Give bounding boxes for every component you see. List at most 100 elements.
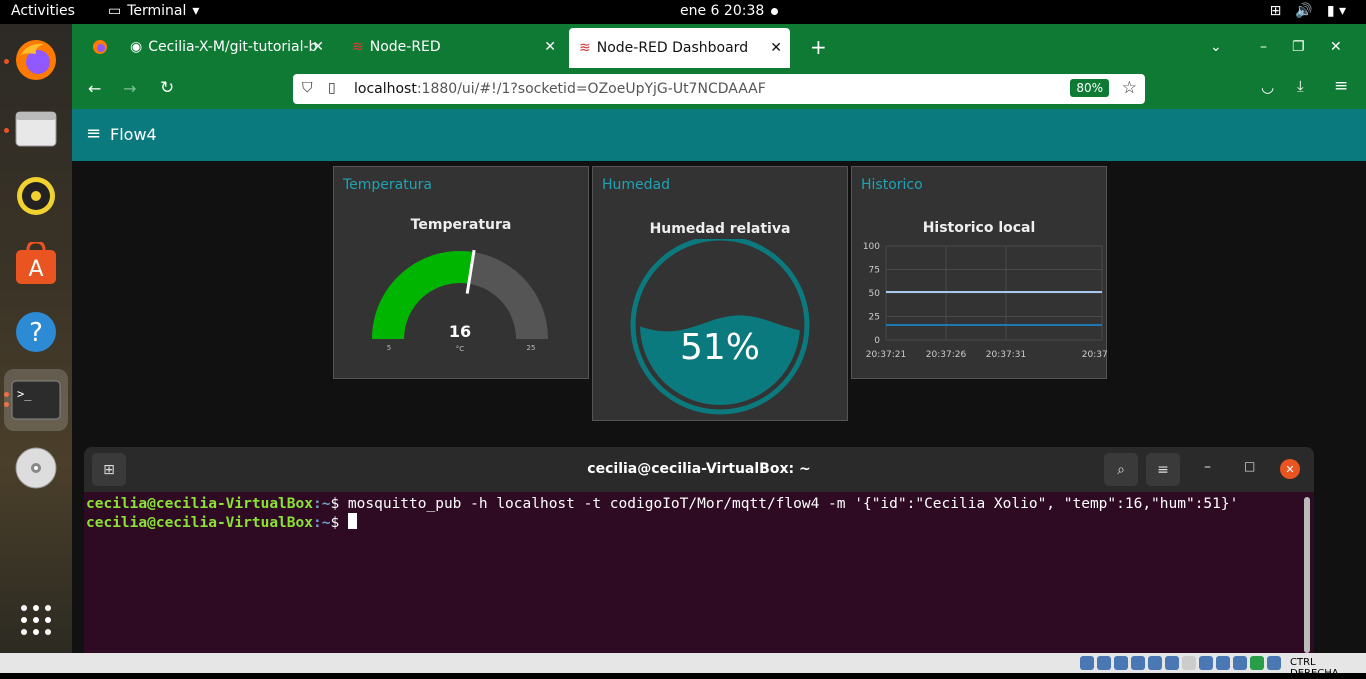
temperature-card: Temperatura Temperatura 16 °C 5 25 — [333, 166, 589, 379]
notification-dot — [771, 8, 778, 15]
prompt-symbol: $ — [330, 515, 348, 531]
running-indicator — [4, 59, 9, 64]
tab-github[interactable]: ◉ Cecilia-X-M/git-tutorial-b ✕ — [120, 29, 332, 65]
audio-icon[interactable] — [1114, 656, 1128, 670]
tab-bar: ◉ Cecilia-X-M/git-tutorial-b ✕ ≋ Node-RE… — [72, 24, 1366, 69]
gauge-min: 5 — [387, 344, 391, 352]
node-red-icon: ≋ — [579, 40, 591, 56]
hamburger-menu-icon[interactable]: ≡ — [1146, 453, 1180, 486]
optical-drive-icon[interactable] — [1097, 656, 1111, 670]
y-tick-label: 50 — [869, 289, 881, 299]
chevron-down-icon: ▾ — [192, 3, 200, 19]
activities-button[interactable]: Activities — [11, 3, 75, 19]
url-host: localhost — [354, 81, 417, 97]
y-tick-label: 25 — [869, 313, 880, 323]
minimize-icon[interactable]: – — [1204, 459, 1211, 475]
list-tabs-button[interactable]: ⌄ — [1200, 29, 1232, 65]
dashboard-body: Temperatura Temperatura 16 °C 5 25 Humed… — [72, 161, 1366, 451]
tab-label: Node-RED — [369, 39, 441, 55]
rhythmbox-icon[interactable] — [12, 172, 60, 220]
bookmark-star-icon[interactable]: ☆ — [1122, 78, 1137, 98]
terminal-icon[interactable]: >_ — [4, 369, 68, 431]
dock: A ? >_ — [0, 24, 72, 653]
recording-icon[interactable] — [1199, 656, 1213, 670]
url-text[interactable]: localhost:1880/ui/#!/1?socketid=OZoeUpYj… — [354, 81, 766, 97]
display-icon[interactable] — [1182, 656, 1196, 670]
search-icon[interactable]: ⌕ — [1104, 453, 1138, 486]
gnome-top-bar: Activities ▭ Terminal ▾ ene 6 20:38 ⊞ 🔊 … — [0, 0, 1366, 24]
tab-label: Cecilia-X-M/git-tutorial-b — [148, 39, 318, 55]
svg-text:?: ? — [29, 318, 43, 348]
firefox-icon[interactable] — [12, 36, 60, 84]
reload-icon[interactable]: ↻ — [160, 78, 174, 98]
maximize-button[interactable]: ❐ — [1282, 29, 1315, 65]
prompt-path: :~ — [312, 496, 331, 512]
back-icon[interactable]: ← — [88, 79, 101, 98]
shield-icon[interactable]: ⛉ — [302, 80, 313, 96]
gauge-label: Temperatura — [410, 217, 512, 233]
x-tick-label: 20:37:21 — [866, 350, 906, 360]
x-tick-label: 20:37:39 — [1082, 350, 1108, 360]
card-title: Temperatura — [343, 177, 432, 193]
nav-bar: ← → ↻ ⛉ ▯ localhost:1880/ui/#!/1?socketi… — [72, 69, 1366, 109]
y-tick-label: 75 — [869, 266, 880, 276]
app-menu[interactable]: ▭ Terminal ▾ — [108, 3, 199, 19]
help-icon[interactable]: ? — [12, 308, 60, 356]
host-key-label: CTRL DERECHA — [1290, 657, 1339, 679]
url-bar[interactable]: ⛉ ▯ localhost:1880/ui/#!/1?socketid=OZoe… — [293, 74, 1145, 104]
shared-folders-icon[interactable] — [1165, 656, 1179, 670]
svg-text:>_: >_ — [17, 387, 32, 401]
hdd-icon[interactable] — [1080, 656, 1094, 670]
close-tab-icon[interactable]: ✕ — [312, 39, 324, 55]
usb-icon[interactable] — [1148, 656, 1162, 670]
close-tab-icon[interactable]: ✕ — [544, 39, 556, 55]
new-tab-button[interactable]: + — [800, 29, 837, 65]
clock[interactable]: ene 6 20:38 — [680, 3, 764, 19]
running-indicator — [4, 128, 9, 133]
forward-icon[interactable]: → — [123, 79, 136, 98]
card-title: Humedad — [602, 177, 671, 193]
tab-label: Node-RED Dashboard — [596, 40, 749, 56]
history-chart: 100 75 50 25 0 20:37:21 20:37:26 20:37:31 20:37:… — [863, 242, 1108, 360]
level-label: Humedad relativa — [649, 221, 791, 237]
minimize-button[interactable]: – — [1250, 29, 1277, 65]
close-tab-icon[interactable]: ✕ — [770, 40, 782, 56]
chart-title: Historico local — [922, 220, 1036, 236]
x-tick-label: 20:37:31 — [986, 350, 1026, 360]
url-path: :1880/ui/#!/1?socketid=OZoeUpYjG-Ut7NCDA… — [416, 81, 766, 97]
tab-node-red-dashboard[interactable]: ≋ Node-RED Dashboard ✕ — [569, 28, 790, 68]
page-info-icon[interactable]: ▯ — [328, 80, 336, 96]
zoom-indicator[interactable]: 80% — [1070, 79, 1109, 97]
pocket-icon[interactable]: ◡ — [1261, 78, 1274, 96]
vt-icon[interactable] — [1216, 656, 1230, 670]
virtualbox-status-bar: CTRL DERECHA — [0, 653, 1366, 679]
terminal-window: ⊞ cecilia@cecilia-VirtualBox: ~ ⌕ ≡ – □ … — [84, 447, 1314, 653]
github-icon: ◉ — [130, 39, 143, 55]
gauge-max: 25 — [527, 344, 536, 352]
downloads-icon[interactable]: ⤓ — [1297, 77, 1304, 95]
close-window-button[interactable]: ✕ — [1320, 29, 1352, 65]
disc-icon[interactable] — [12, 444, 60, 492]
show-apps-icon[interactable] — [12, 596, 60, 644]
y-tick-label: 0 — [874, 336, 880, 346]
network-adapter-icon[interactable] — [1131, 656, 1145, 670]
terminal-scrollbar[interactable] — [1304, 497, 1310, 653]
gauge-unit: °C — [456, 345, 465, 353]
menu-icon[interactable]: ≡ — [1334, 76, 1348, 96]
keyboard-icon[interactable] — [1267, 656, 1281, 670]
tab-node-red[interactable]: ≋ Node-RED ✕ — [342, 29, 564, 65]
system-tray[interactable]: ⊞ 🔊 ▮ ▾ — [1270, 3, 1346, 19]
terminal-header: ⊞ cecilia@cecilia-VirtualBox: ~ ⌕ ≡ – □ … — [84, 447, 1314, 492]
history-card: Historico Historico local 100 75 50 25 0 20:3… — [851, 166, 1108, 379]
terminal-output[interactable]: cecilia@cecilia-VirtualBox:~$ mosquitto_… — [86, 495, 1238, 532]
software-store-icon[interactable]: A — [12, 240, 60, 288]
terminal-app-icon: ▭ — [108, 3, 122, 19]
files-icon[interactable] — [12, 104, 60, 152]
hamburger-icon[interactable]: ≡ — [86, 123, 101, 144]
firefox-view-button[interactable] — [82, 29, 122, 65]
mouse-integration-icon[interactable] — [1233, 656, 1247, 670]
maximize-icon[interactable]: □ — [1244, 459, 1255, 473]
close-icon[interactable]: ✕ — [1280, 459, 1300, 479]
guest-additions-icon[interactable] — [1250, 656, 1264, 670]
gauge-value: 16 — [449, 322, 471, 341]
